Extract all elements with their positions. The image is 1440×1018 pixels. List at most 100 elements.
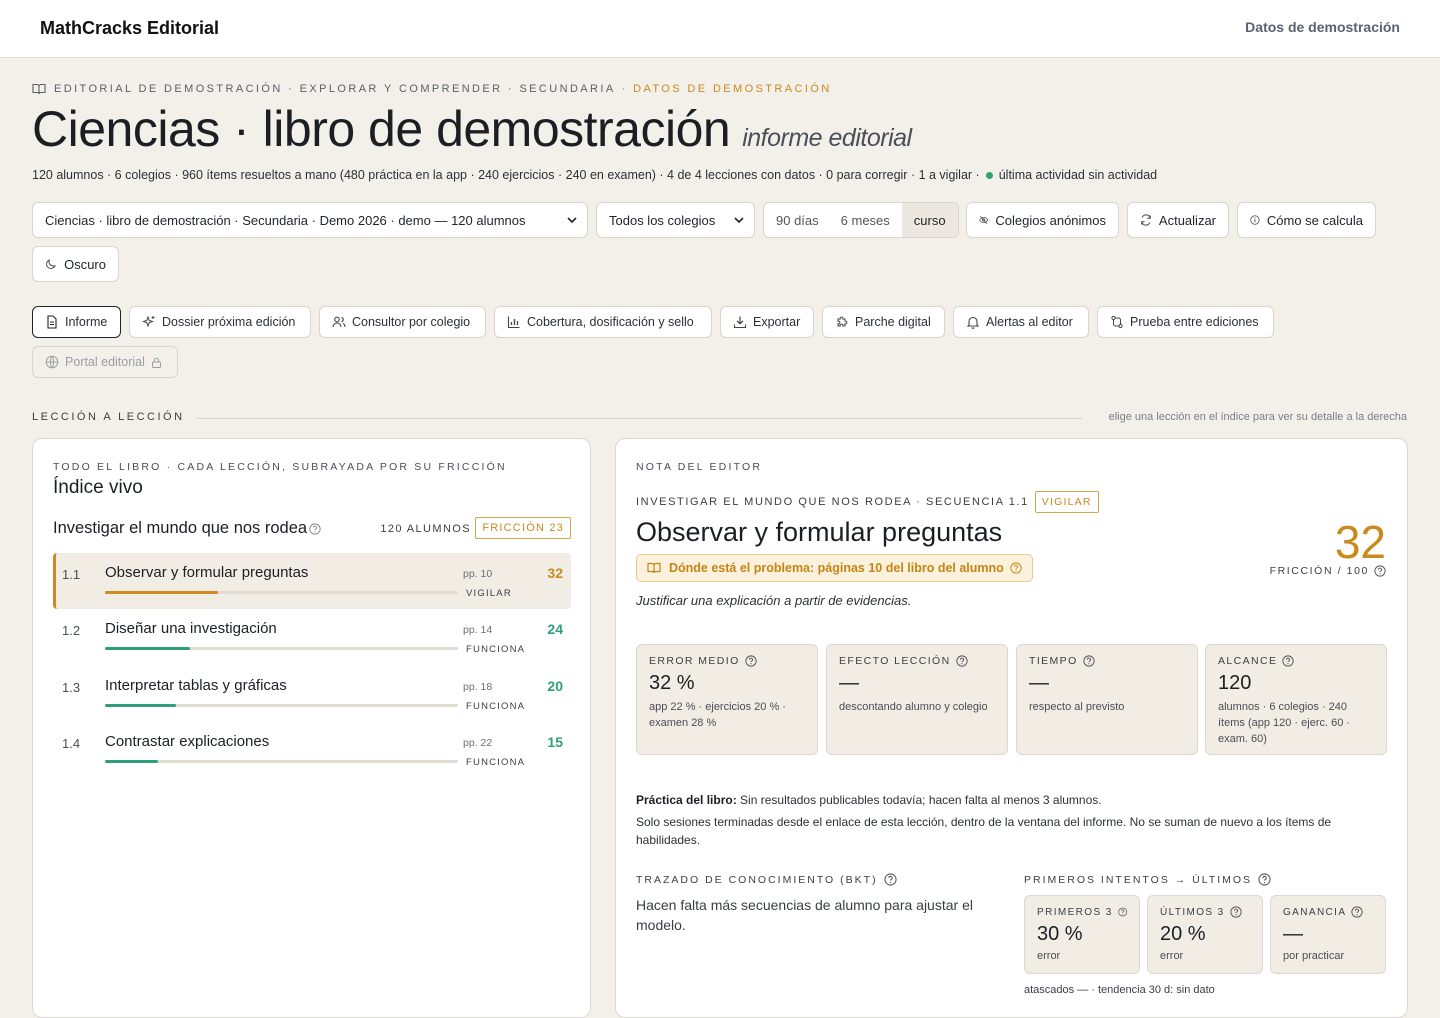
metric-value: — (839, 672, 859, 694)
top-bar: MathCracks Editorial Datos de demostraci… (0, 0, 1440, 58)
help-icon[interactable] (955, 655, 968, 667)
metric-card: ERROR MEDIO 32 % app 22 % · ejercicios 20 … (636, 644, 818, 755)
tab-report[interactable]: Informe (32, 306, 121, 338)
first-last-card-label-text: GANANCIA (1283, 906, 1347, 918)
lesson-goal: Justificar una explicación a partir de e… (636, 593, 912, 608)
tab-export[interactable]: Exportar (720, 306, 814, 338)
tab-coverage-label: Cobertura, dosificación y sello (527, 315, 694, 329)
help-icon[interactable] (1374, 565, 1386, 577)
lesson-name: Observar y formular preguntas (105, 564, 309, 581)
detail-status-badge: VIGILAR (1034, 491, 1099, 513)
book-icon (647, 562, 661, 574)
unit-friction-badge: FRICCIÓN 23 (475, 517, 571, 539)
metric-note: app 22 % · ejercicios 20 % · examen 28 % (649, 701, 786, 729)
help-icon[interactable] (1117, 906, 1127, 918)
first-last-card-value: — (1283, 923, 1303, 945)
help-icon[interactable] (1230, 906, 1242, 918)
lesson-row[interactable]: 1.1 Observar y formular preguntas pp. 10 VI… (53, 553, 571, 609)
lesson-status: FUNCIONA (466, 644, 526, 655)
how-calculated-button[interactable]: Cómo se calcula (1237, 202, 1376, 238)
book-practice-note: Solo sesiones terminadas desde el enlace… (636, 815, 1332, 847)
tab-alerts[interactable]: Alertas al editor (953, 306, 1089, 338)
metric-card: TIEMPO — respecto al previsto (1016, 644, 1198, 755)
page-title-text: Ciencias · libro de demostración (32, 101, 731, 157)
first-last-label: PRIMEROS INTENTOS → ÚLTIMOS (1024, 873, 1271, 886)
metric-value: 32 % (649, 672, 695, 694)
problem-location-chip[interactable]: Dónde está el problema: páginas 10 del l… (636, 554, 1033, 582)
metric-label-text: EFECTO LECCIÓN (839, 655, 951, 667)
metric-value: 120 (1218, 672, 1252, 694)
friction-fill (105, 760, 158, 763)
lesson-score: 32 (547, 565, 563, 581)
live-index-panel: TODO EL LIBRO · CADA LECCIÓN, SUBRAYADA … (32, 438, 591, 1018)
period-90-days[interactable]: 90 días (764, 203, 831, 237)
first-last-card-label-text: ÚLTIMOS 3 (1160, 906, 1225, 918)
book-select[interactable]: Ciencias · libro de demostración · Secun… (32, 202, 588, 238)
tab-digital-patch[interactable]: Parche digital (822, 306, 945, 338)
index-eyebrow: TODO EL LIBRO · CADA LECCIÓN, SUBRAYADA … (53, 461, 507, 473)
friction-score-label: FRICCIÓN / 100 (1270, 565, 1386, 577)
brand-logo[interactable]: MathCracks Editorial (40, 18, 219, 39)
school-select[interactable]: Todos los colegios (596, 202, 755, 238)
help-icon[interactable] (883, 873, 897, 886)
book-practice-text: Sin resultados publicables todavía; hace… (740, 793, 1102, 807)
section-hint: elige una lección en el índice para ver … (1108, 411, 1407, 423)
anonymous-schools-button[interactable]: Colegios anónimos (966, 202, 1119, 238)
metric-value: — (1029, 672, 1049, 694)
detail-title: Observar y formular preguntas (636, 517, 1003, 547)
tab-editorial-portal[interactable]: Portal editorial (32, 346, 178, 378)
tab-coverage[interactable]: Cobertura, dosificación y sello (494, 306, 712, 338)
lesson-row[interactable]: 1.3 Interpretar tablas y gráficas pp. 18 FU… (53, 666, 571, 722)
first-last-card: ÚLTIMOS 3 20 % error (1147, 895, 1263, 974)
metric-note: alumnos · 6 colegios · 240 ítems (app 12… (1218, 701, 1351, 745)
tab-edition-test[interactable]: Prueba entre ediciones (1097, 306, 1274, 338)
refresh-button[interactable]: Actualizar (1127, 202, 1229, 238)
lesson-row[interactable]: 1.4 Contrastar explicaciones pp. 22 FUNCION… (53, 722, 571, 778)
compare-icon (1111, 315, 1123, 329)
help-icon[interactable] (745, 655, 757, 667)
help-icon[interactable] (1010, 562, 1022, 574)
lesson-number: 1.1 (62, 567, 81, 582)
tab-digital-patch-label: Parche digital (855, 315, 931, 329)
dark-mode-button[interactable]: Oscuro (32, 246, 119, 282)
help-icon[interactable] (1351, 906, 1364, 918)
how-calculated-label: Cómo se calcula (1266, 212, 1363, 228)
friction-track (105, 760, 458, 763)
help-icon[interactable] (309, 522, 321, 535)
lesson-name: Diseñar una investigación (105, 620, 277, 637)
unit-name-text: Investigar el mundo que nos rodea (53, 519, 308, 537)
document-icon (47, 315, 57, 329)
index-title: Índice vivo (53, 477, 143, 498)
first-last-card-label: GANANCIA (1283, 906, 1373, 918)
lesson-status: FUNCIONA (466, 701, 526, 712)
tab-consultant[interactable]: Consultor por colegio (319, 306, 486, 338)
first-last-card-label: ÚLTIMOS 3 (1160, 906, 1250, 918)
bkt-text: Hacen falta más secuencias de alumno par… (636, 897, 973, 933)
bkt-label-text: TRAZADO DE CONOCIMIENTO (BKT) (636, 873, 878, 886)
lesson-score: 15 (547, 734, 563, 750)
tab-dossier[interactable]: Dossier próxima edición (129, 306, 311, 338)
help-icon[interactable] (1258, 873, 1271, 886)
period-course[interactable]: curso (901, 203, 958, 237)
section-label: LECCIÓN A LECCIÓN (32, 411, 185, 423)
demo-data-link[interactable]: Datos de demostración (1245, 19, 1400, 35)
book-practice-label: Práctica del libro: (636, 793, 737, 807)
help-icon[interactable] (1083, 655, 1095, 667)
lesson-row[interactable]: 1.2 Diseñar una investigación pp. 14 FUNCIO… (53, 609, 571, 665)
period-6-months[interactable]: 6 meses (831, 203, 902, 237)
section-divider (197, 418, 1082, 419)
book-select-value: Ciencias · libro de demostración · Secun… (45, 212, 526, 228)
friction-fill (105, 704, 176, 707)
first-last-card-label: PRIMEROS 3 (1037, 906, 1127, 918)
first-last-card-note: error (1160, 950, 1184, 962)
editor-note-panel: NOTA DEL EDITOR INVESTIGAR EL MUNDO QUE … (615, 438, 1408, 1018)
lesson-status: FUNCIONA (466, 757, 526, 768)
help-icon[interactable] (1282, 655, 1295, 667)
tab-dossier-label: Dossier próxima edición (162, 315, 296, 329)
lesson-pages: pp. 18 (463, 681, 493, 693)
lesson-number: 1.4 (62, 736, 81, 751)
last-activity: última actividad sin actividad (998, 168, 1158, 182)
lesson-score: 20 (547, 678, 563, 694)
friction-score-label-text: FRICCIÓN / 100 (1269, 565, 1369, 577)
unit-header[interactable]: Investigar el mundo que nos rodea 120 AL… (53, 517, 571, 541)
